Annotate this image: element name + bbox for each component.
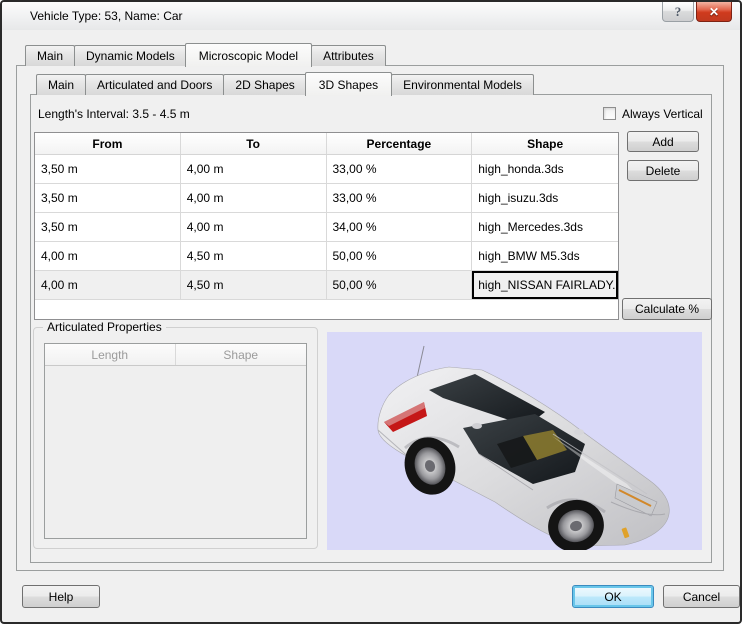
close-icon: ✕	[708, 4, 720, 19]
column-header-percentage[interactable]: Percentage	[327, 133, 473, 154]
vehicle-type-dialog: Vehicle Type: 53, Name: Car ? ✕ Main Dyn…	[0, 0, 742, 624]
table-row[interactable]: 3,50 m 4,00 m 33,00 % high_isuzu.3ds	[35, 184, 618, 213]
cell-shape[interactable]: high_Mercedes.3ds	[472, 213, 618, 241]
column-header-to[interactable]: To	[181, 133, 327, 154]
cell-percentage[interactable]: 34,00 %	[327, 213, 473, 241]
always-vertical-label: Always Vertical	[622, 107, 703, 121]
table-row[interactable]: 4,00 m 4,50 m 50,00 % high_BMW M5.3ds	[35, 242, 618, 271]
cell-percentage[interactable]: 50,00 %	[327, 242, 473, 270]
help-button[interactable]: Help	[22, 585, 100, 608]
cell-to[interactable]: 4,00 m	[181, 155, 327, 183]
cell-shape-selected[interactable]: high_NISSAN FAIRLADY...	[472, 271, 618, 299]
calculate-percent-button[interactable]: Calculate %	[622, 298, 712, 320]
cell-percentage[interactable]: 50,00 %	[327, 271, 473, 299]
cell-from[interactable]: 3,50 m	[35, 184, 181, 212]
delete-button[interactable]: Delete	[627, 160, 699, 181]
cell-to[interactable]: 4,00 m	[181, 213, 327, 241]
add-button[interactable]: Add	[627, 131, 699, 152]
main-tab-bar: Main Dynamic Models Microscopic Model At…	[25, 42, 386, 67]
tab-main[interactable]: Main	[25, 45, 76, 66]
tab-dynamic-models[interactable]: Dynamic Models	[74, 45, 187, 66]
cell-shape[interactable]: high_isuzu.3ds	[472, 184, 618, 212]
cell-percentage[interactable]: 33,00 %	[327, 155, 473, 183]
window-title: Vehicle Type: 53, Name: Car	[30, 9, 183, 23]
cell-shape[interactable]: high_BMW M5.3ds	[472, 242, 618, 270]
tab-attributes[interactable]: Attributes	[311, 45, 386, 66]
cell-from[interactable]: 3,50 m	[35, 213, 181, 241]
cancel-button[interactable]: Cancel	[663, 585, 740, 608]
help-icon: ?	[674, 3, 682, 19]
cell-from[interactable]: 3,50 m	[35, 155, 181, 183]
articulated-properties-title: Articulated Properties	[43, 320, 166, 334]
subtab-3d-shapes[interactable]: 3D Shapes	[304, 72, 393, 96]
vehicle-3d-preview[interactable]	[327, 332, 702, 550]
table-row[interactable]: 3,50 m 4,00 m 33,00 % high_honda.3ds	[35, 155, 618, 184]
articulated-table-header: Length Shape	[45, 344, 306, 366]
always-vertical-checkbox[interactable]	[603, 107, 616, 120]
column-header-from[interactable]: From	[35, 133, 181, 154]
column-header-shape[interactable]: Shape	[472, 133, 618, 154]
cell-to[interactable]: 4,50 m	[181, 242, 327, 270]
subtab-main[interactable]: Main	[36, 74, 87, 95]
table-row[interactable]: 3,50 m 4,00 m 34,00 % high_Mercedes.3ds	[35, 213, 618, 242]
tab-microscopic-model[interactable]: Microscopic Model	[184, 43, 313, 67]
car-3d-render	[377, 345, 670, 550]
column-header-length: Length	[45, 344, 176, 365]
cell-from[interactable]: 4,00 m	[35, 242, 181, 270]
titlebar[interactable]: Vehicle Type: 53, Name: Car	[2, 2, 740, 30]
ok-button[interactable]: OK	[572, 585, 654, 608]
cell-to[interactable]: 4,50 m	[181, 271, 327, 299]
articulated-properties-table: Length Shape	[44, 343, 307, 539]
table-row-selected[interactable]: 4,00 m 4,50 m 50,00 % high_NISSAN FAIRLA…	[35, 271, 618, 300]
subtab-environmental-models[interactable]: Environmental Models	[391, 74, 534, 95]
column-header-shape: Shape	[223, 347, 259, 362]
titlebar-close-button[interactable]: ✕	[696, 2, 732, 22]
titlebar-help-button[interactable]: ?	[662, 2, 694, 22]
length-interval-label: Length's Interval: 3.5 - 4.5 m	[38, 107, 190, 121]
articulated-properties-group: Articulated Properties Length Shape	[33, 320, 318, 549]
cell-shape[interactable]: high_honda.3ds	[472, 155, 618, 183]
shapes-table: From To Percentage Shape 3,50 m 4,00 m 3…	[34, 132, 619, 320]
cell-percentage[interactable]: 33,00 %	[327, 184, 473, 212]
shapes-table-header: From To Percentage Shape	[35, 133, 618, 155]
subtab-2d-shapes[interactable]: 2D Shapes	[223, 74, 307, 95]
subtab-articulated-and-doors[interactable]: Articulated and Doors	[85, 74, 225, 95]
cell-to[interactable]: 4,00 m	[181, 184, 327, 212]
sub-tab-bar: Main Articulated and Doors 2D Shapes 3D …	[36, 71, 534, 96]
cell-from[interactable]: 4,00 m	[35, 271, 181, 299]
